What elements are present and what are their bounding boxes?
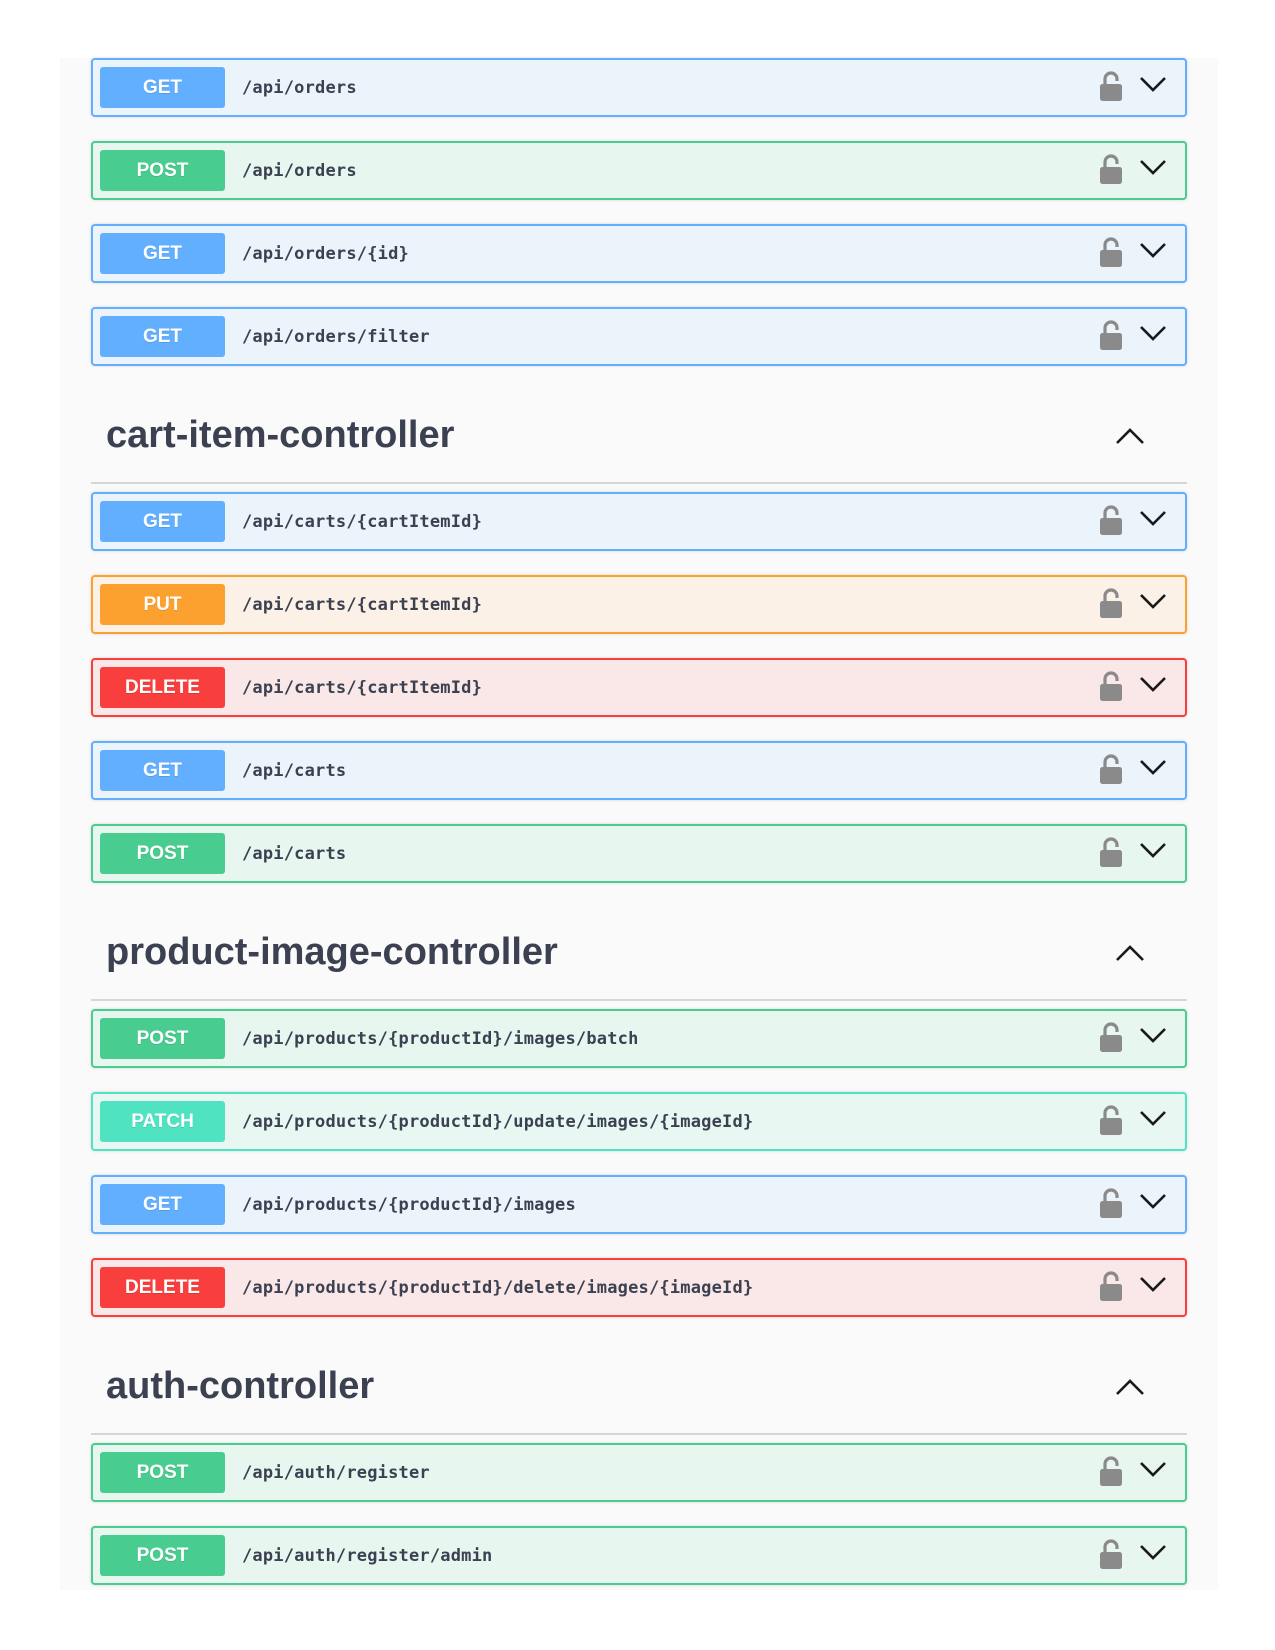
lock-icon[interactable] <box>1099 504 1123 536</box>
endpoint-path: /api/auth/register <box>242 1462 430 1483</box>
tag-title: product-image-controller <box>106 931 558 973</box>
lock-icon[interactable] <box>1099 670 1123 702</box>
operation-row-get[interactable]: GET/api/carts/{cartItemId} <box>91 492 1187 551</box>
tag-section-header[interactable]: product-image-controller <box>91 901 1187 1001</box>
chevron-down-icon[interactable] <box>1139 674 1167 694</box>
method-badge: GET <box>100 1184 225 1225</box>
chevron-down-icon[interactable] <box>1139 323 1167 343</box>
operation-row-get[interactable]: GET/api/carts <box>91 741 1187 800</box>
operation-row-get[interactable]: GET/api/orders <box>91 58 1187 117</box>
operation-row-get[interactable]: GET/api/products/{productId}/images <box>91 1175 1187 1234</box>
operation-row-post[interactable]: POST/api/auth/register/admin <box>91 1526 1187 1585</box>
chevron-down-icon[interactable] <box>1139 1274 1167 1294</box>
endpoint-path: /api/products/{productId}/images/batch <box>242 1028 639 1049</box>
method-badge: POST <box>100 1535 225 1576</box>
chevron-down-icon[interactable] <box>1139 1459 1167 1479</box>
chevron-down-icon[interactable] <box>1139 1542 1167 1562</box>
lock-icon[interactable] <box>1099 153 1123 185</box>
operation-row-post[interactable]: POST/api/auth/register <box>91 1443 1187 1502</box>
endpoint-path: /api/carts/{cartItemId} <box>242 594 483 615</box>
endpoint-path: /api/orders/filter <box>242 326 430 347</box>
endpoint-path: /api/carts <box>242 843 347 864</box>
operation-row-patch[interactable]: PATCH/api/products/{productId}/update/im… <box>91 1092 1187 1151</box>
endpoint-path: /api/products/{productId}/update/images/… <box>242 1111 754 1132</box>
method-badge: DELETE <box>100 667 225 708</box>
method-badge: GET <box>100 67 225 108</box>
endpoint-path: /api/orders <box>242 77 357 98</box>
method-badge: DELETE <box>100 1267 225 1308</box>
operation-row-get[interactable]: GET/api/orders/filter <box>91 307 1187 366</box>
lock-icon[interactable] <box>1099 1021 1123 1053</box>
lock-icon[interactable] <box>1099 1270 1123 1302</box>
method-badge: POST <box>100 833 225 874</box>
lock-icon[interactable] <box>1099 319 1123 351</box>
method-badge: POST <box>100 1452 225 1493</box>
endpoint-path: /api/orders <box>242 160 357 181</box>
operation-row-post[interactable]: POST/api/carts <box>91 824 1187 883</box>
endpoint-path: /api/carts/{cartItemId} <box>242 511 483 532</box>
method-badge: GET <box>100 501 225 542</box>
method-badge: GET <box>100 316 225 357</box>
lock-icon[interactable] <box>1099 236 1123 268</box>
operations-list: GET/api/orders POST/api/orders GET/api/ord… <box>91 58 1187 1609</box>
operation-row-post[interactable]: POST/api/orders <box>91 141 1187 200</box>
tag-section-header[interactable]: auth-controller <box>91 1335 1187 1435</box>
chevron-down-icon[interactable] <box>1139 508 1167 528</box>
operation-row-delete[interactable]: DELETE/api/products/{productId}/delete/i… <box>91 1258 1187 1317</box>
chevron-down-icon[interactable] <box>1139 157 1167 177</box>
operation-row-delete[interactable]: DELETE/api/carts/{cartItemId} <box>91 658 1187 717</box>
lock-icon[interactable] <box>1099 836 1123 868</box>
lock-icon[interactable] <box>1099 1187 1123 1219</box>
endpoint-path: /api/products/{productId}/images <box>242 1194 576 1215</box>
tag-title: cart-item-controller <box>106 414 455 456</box>
lock-icon[interactable] <box>1099 1538 1123 1570</box>
chevron-up-icon[interactable] <box>1115 943 1145 963</box>
operation-row-post[interactable]: POST/api/products/{productId}/images/bat… <box>91 1009 1187 1068</box>
tag-title: auth-controller <box>106 1365 375 1407</box>
operation-row-put[interactable]: PUT/api/carts/{cartItemId} <box>91 575 1187 634</box>
endpoint-path: /api/orders/{id} <box>242 243 409 264</box>
endpoint-path: /api/auth/register/admin <box>242 1545 493 1566</box>
method-badge: POST <box>100 150 225 191</box>
lock-icon[interactable] <box>1099 1455 1123 1487</box>
lock-icon[interactable] <box>1099 1104 1123 1136</box>
lock-icon[interactable] <box>1099 70 1123 102</box>
chevron-down-icon[interactable] <box>1139 840 1167 860</box>
method-badge: PATCH <box>100 1101 225 1142</box>
chevron-down-icon[interactable] <box>1139 240 1167 260</box>
chevron-down-icon[interactable] <box>1139 74 1167 94</box>
endpoint-path: /api/products/{productId}/delete/images/… <box>242 1277 754 1298</box>
chevron-down-icon[interactable] <box>1139 591 1167 611</box>
tag-section-header[interactable]: cart-item-controller <box>91 384 1187 484</box>
lock-icon[interactable] <box>1099 753 1123 785</box>
chevron-up-icon[interactable] <box>1115 1377 1145 1397</box>
method-badge: PUT <box>100 584 225 625</box>
chevron-down-icon[interactable] <box>1139 1025 1167 1045</box>
endpoint-path: /api/carts/{cartItemId} <box>242 677 483 698</box>
chevron-down-icon[interactable] <box>1139 1191 1167 1211</box>
operation-row-get[interactable]: GET/api/orders/{id} <box>91 224 1187 283</box>
chevron-down-icon[interactable] <box>1139 757 1167 777</box>
endpoint-path: /api/carts <box>242 760 347 781</box>
method-badge: GET <box>100 750 225 791</box>
method-badge: GET <box>100 233 225 274</box>
chevron-up-icon[interactable] <box>1115 426 1145 446</box>
method-badge: POST <box>100 1018 225 1059</box>
lock-icon[interactable] <box>1099 587 1123 619</box>
chevron-down-icon[interactable] <box>1139 1108 1167 1128</box>
